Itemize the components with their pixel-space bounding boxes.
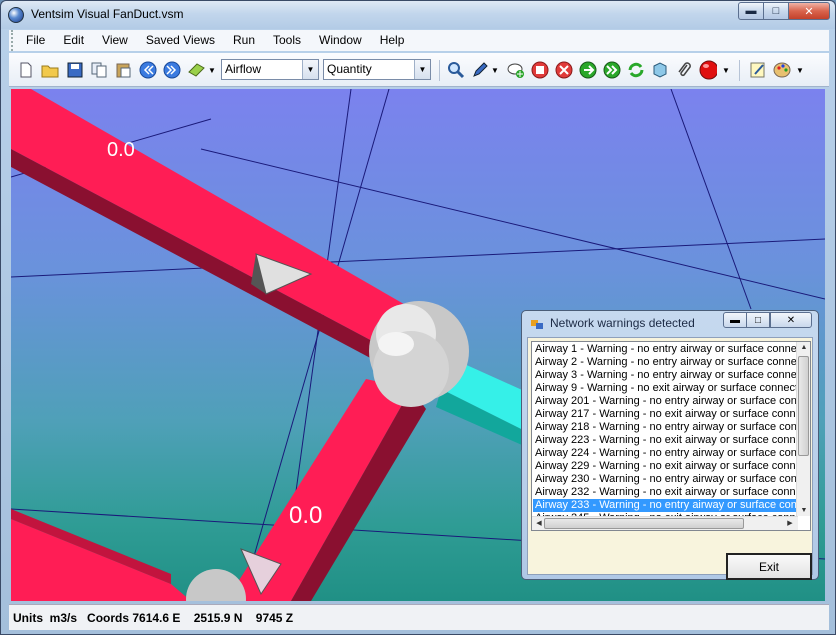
status-bar: Units m3/s Coords 7614.6 E 2515.9 N 9745… bbox=[9, 604, 829, 630]
warnings-list-items: Airway 1 - Warning - no entry airway or … bbox=[533, 343, 798, 517]
paste-icon[interactable] bbox=[114, 61, 132, 79]
menu-help[interactable]: Help bbox=[371, 30, 414, 51]
toolbar-separator bbox=[439, 60, 440, 81]
toolbar-separator bbox=[739, 60, 740, 81]
chevron-down-icon: ▼ bbox=[302, 60, 318, 79]
dialog-maximize-button[interactable]: □ bbox=[746, 312, 770, 328]
network-warnings-dialog: Network warnings detected ▬ □ ✕ Airway 1… bbox=[521, 310, 819, 580]
warnings-list[interactable]: Airway 1 - Warning - no entry airway or … bbox=[531, 341, 811, 531]
eraser-icon[interactable] bbox=[187, 61, 205, 79]
main-window: Ventsim Visual FanDuct.vsm ▬ □ ✕ File Ed… bbox=[0, 0, 836, 635]
attach-icon[interactable] bbox=[675, 61, 693, 79]
airflow-label-upper: 0.0 bbox=[107, 139, 135, 161]
dialog-close-button[interactable]: ✕ bbox=[770, 312, 812, 328]
menu-tools[interactable]: Tools bbox=[264, 30, 310, 51]
pen-dropdown-icon[interactable]: ▼ bbox=[490, 61, 500, 79]
dialog-icon bbox=[531, 320, 543, 329]
close-button[interactable]: ✕ bbox=[788, 2, 830, 20]
quantity-value: Quantity bbox=[327, 62, 372, 76]
airflow-label-lower: 0.0 bbox=[289, 502, 323, 529]
display-mode-combo[interactable]: Airflow ▼ bbox=[221, 59, 319, 80]
exit-button[interactable]: Exit bbox=[726, 553, 812, 580]
list-item[interactable]: Airway 229 - Warning - no exit airway or… bbox=[533, 460, 798, 473]
cube-icon[interactable] bbox=[651, 61, 669, 79]
list-item[interactable]: Airway 201 - Warning - no entry airway o… bbox=[533, 395, 798, 408]
hscroll-thumb[interactable] bbox=[544, 518, 744, 529]
maximize-icon: □ bbox=[754, 314, 762, 326]
dialog-minimize-button[interactable]: ▬ bbox=[723, 312, 747, 328]
maximize-icon: □ bbox=[772, 5, 780, 17]
new-file-icon[interactable] bbox=[17, 61, 35, 79]
forward-icon[interactable] bbox=[163, 61, 181, 79]
scroll-down-icon[interactable]: ▼ bbox=[798, 507, 810, 514]
menu-window[interactable]: Window bbox=[310, 30, 371, 51]
open-folder-icon[interactable] bbox=[41, 61, 59, 79]
palette-dropdown-icon[interactable]: ▼ bbox=[795, 61, 805, 79]
vertical-scrollbar[interactable]: ▲ ▼ bbox=[796, 342, 810, 516]
go-icon[interactable] bbox=[579, 61, 597, 79]
menu-bar: File Edit View Saved Views Run Tools Win… bbox=[9, 30, 829, 51]
list-item[interactable]: Airway 223 - Warning - no exit airway or… bbox=[533, 434, 798, 447]
window-title: Ventsim Visual FanDuct.vsm bbox=[31, 7, 184, 21]
title-bar[interactable]: Ventsim Visual FanDuct.vsm ▬ □ ✕ bbox=[1, 1, 835, 29]
maximize-button[interactable]: □ bbox=[763, 2, 789, 20]
note-icon[interactable] bbox=[749, 61, 767, 79]
menu-run[interactable]: Run bbox=[224, 30, 264, 51]
color-icon[interactable] bbox=[699, 60, 717, 80]
list-item[interactable]: Airway 233 - Warning - no entry airway o… bbox=[533, 499, 798, 512]
copy-icon[interactable] bbox=[90, 61, 108, 79]
quantity-combo[interactable]: Quantity ▼ bbox=[323, 59, 431, 80]
menu-view[interactable]: View bbox=[93, 30, 137, 51]
dialog-body: Airway 1 - Warning - no entry airway or … bbox=[527, 337, 813, 580]
back-icon[interactable] bbox=[139, 61, 157, 79]
list-item[interactable]: Airway 224 - Warning - no entry airway o… bbox=[533, 447, 798, 460]
list-item[interactable]: Airway 9 - Warning - no exit airway or s… bbox=[533, 382, 798, 395]
minimize-icon: ▬ bbox=[730, 314, 740, 326]
dialog-title: Network warnings detected bbox=[550, 316, 695, 330]
delete-icon[interactable] bbox=[555, 61, 573, 79]
minimize-button[interactable]: ▬ bbox=[738, 2, 764, 20]
scroll-right-icon[interactable]: ▶ bbox=[784, 519, 796, 527]
close-icon: ✕ bbox=[804, 5, 814, 18]
list-item[interactable]: Airway 218 - Warning - no entry airway o… bbox=[533, 421, 798, 434]
list-item[interactable]: Airway 232 - Warning - no exit airway or… bbox=[533, 486, 798, 499]
status-text: Units m3/s Coords 7614.6 E 2515.9 N 9745… bbox=[13, 611, 294, 625]
scroll-up-icon[interactable]: ▲ bbox=[798, 344, 810, 351]
stop-icon[interactable] bbox=[531, 61, 549, 79]
ventsim-globe-icon bbox=[8, 7, 24, 23]
toolbar: ▼ Airflow ▼ Quantity ▼ ▼ ▼ ▼ bbox=[9, 53, 829, 87]
list-item[interactable]: Airway 1 - Warning - no entry airway or … bbox=[533, 343, 798, 356]
list-item[interactable]: Airway 217 - Warning - no exit airway or… bbox=[533, 408, 798, 421]
minimize-icon: ▬ bbox=[745, 5, 757, 17]
menu-edit[interactable]: Edit bbox=[54, 30, 93, 51]
zoom-icon[interactable] bbox=[447, 61, 465, 79]
list-item[interactable]: Airway 3 - Warning - no entry airway or … bbox=[533, 369, 798, 382]
close-icon: ✕ bbox=[786, 314, 796, 326]
menu-file[interactable]: File bbox=[17, 30, 54, 51]
add-node-icon[interactable] bbox=[507, 61, 525, 79]
refresh-icon[interactable] bbox=[627, 61, 645, 79]
list-item[interactable]: Airway 2 - Warning - no entry airway or … bbox=[533, 356, 798, 369]
eraser-dropdown-icon[interactable]: ▼ bbox=[207, 61, 217, 79]
pen-icon[interactable] bbox=[471, 61, 489, 79]
palette-icon[interactable] bbox=[773, 61, 791, 79]
horizontal-scrollbar[interactable]: ◀ ▶ bbox=[532, 516, 798, 530]
forward-green-icon[interactable] bbox=[603, 61, 621, 79]
scroll-thumb[interactable] bbox=[798, 356, 809, 456]
chevron-down-icon: ▼ bbox=[414, 60, 430, 79]
display-mode-value: Airflow bbox=[225, 62, 262, 76]
menu-saved-views[interactable]: Saved Views bbox=[137, 30, 224, 51]
save-icon[interactable] bbox=[66, 61, 84, 79]
color-dropdown-icon[interactable]: ▼ bbox=[721, 61, 731, 79]
list-item[interactable]: Airway 230 - Warning - no entry airway o… bbox=[533, 473, 798, 486]
